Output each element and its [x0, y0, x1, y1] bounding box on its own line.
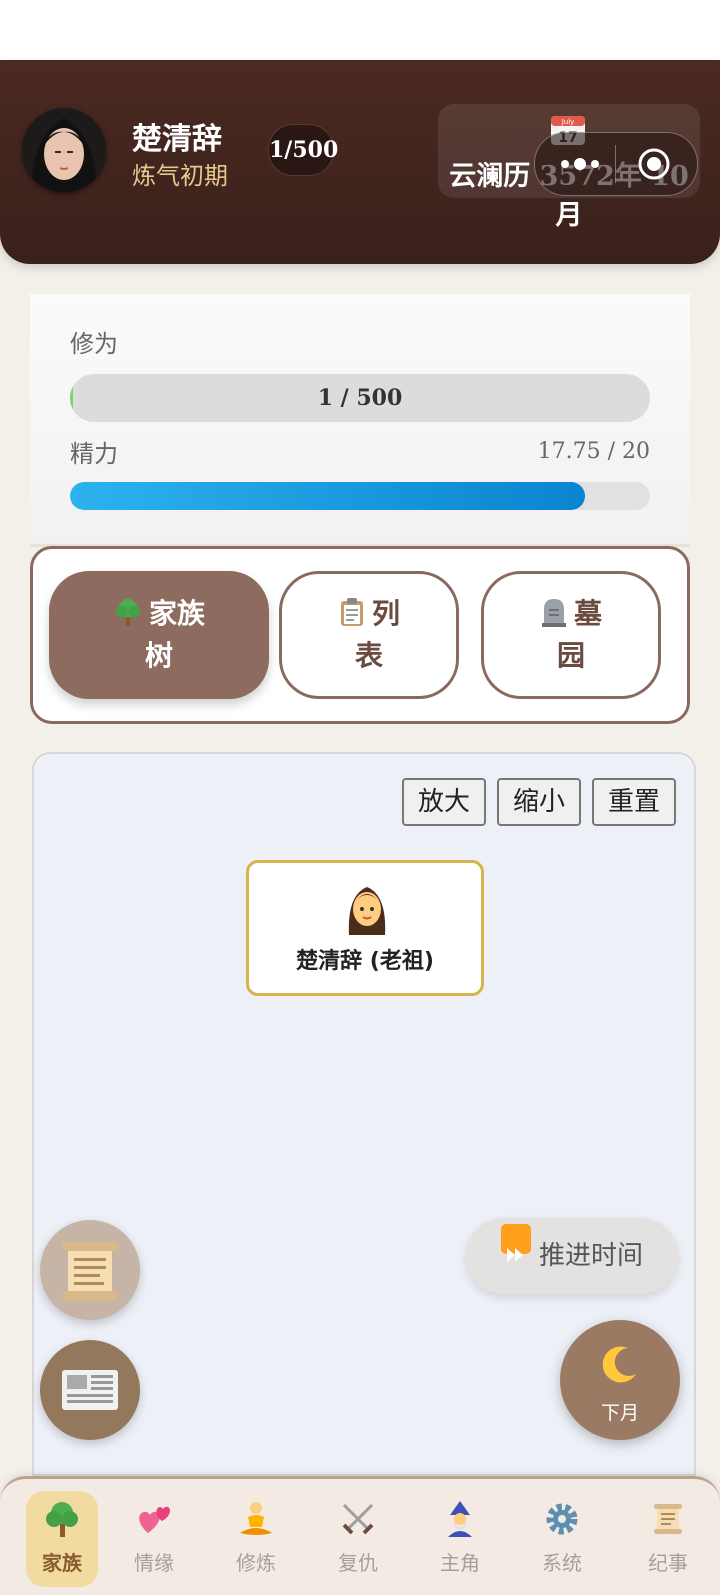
nav-system-label: 系统 — [542, 1551, 582, 1575]
scroll-icon — [654, 1504, 682, 1534]
fast-forward-icon — [500, 1224, 531, 1262]
tab-list-label-2: 表 — [354, 639, 383, 672]
tree-icon — [46, 1502, 78, 1537]
jingli-progress-bar — [70, 482, 650, 510]
nav-chronicle[interactable]: 纪事 — [632, 1491, 704, 1587]
swords-icon — [342, 1503, 374, 1535]
next-month-button[interactable]: 下月 — [560, 1320, 680, 1440]
nav-protagonist-label: 主角 — [440, 1551, 480, 1575]
close-target-icon[interactable] — [637, 147, 671, 181]
view-tabs: 家族 树 列 表 墓 园 — [30, 546, 690, 724]
tab-family-tree[interactable]: 家族 树 — [49, 571, 269, 699]
family-member-name: 楚清辞 (老祖) — [296, 949, 434, 974]
scroll-icon — [62, 1242, 118, 1300]
nav-cultivate[interactable]: 修炼 — [220, 1491, 292, 1587]
family-member-node[interactable]: 楚清辞 (老祖) — [246, 860, 484, 996]
clipboard-icon — [338, 597, 366, 627]
advance-time-button[interactable]: 推进时间 — [466, 1218, 678, 1294]
headstone-icon — [540, 597, 568, 627]
meditation-icon — [240, 1502, 272, 1535]
more-icon[interactable] — [555, 133, 605, 195]
nav-cultivate-label: 修炼 — [236, 1551, 276, 1575]
mage-icon — [448, 1501, 472, 1537]
nav-chronicle-label: 纪事 — [648, 1551, 688, 1575]
newspaper-icon — [62, 1370, 118, 1410]
jingli-progress-fill — [70, 482, 585, 510]
zoom-in-button[interactable]: 放大 — [402, 778, 486, 826]
reset-button[interactable]: 重置 — [592, 778, 676, 826]
player-name: 楚清辞 — [132, 122, 222, 157]
calendar-month: July — [561, 118, 575, 126]
hearts-icon — [139, 1506, 170, 1533]
cultivation-badge: 1/500 — [268, 124, 338, 176]
capsule-divider — [615, 145, 616, 183]
tree-icon — [113, 597, 143, 627]
tab-cemetery-label-1: 墓 — [573, 597, 602, 630]
nav-system[interactable]: 系统 — [526, 1491, 598, 1587]
news-fab-button[interactable] — [40, 1340, 140, 1440]
avatar[interactable] — [22, 108, 106, 192]
miniprogram-capsule — [534, 132, 698, 196]
nav-revenge[interactable]: 复仇 — [322, 1491, 394, 1587]
header: 楚清辞 炼气初期 1/500 July 17 云澜历 3572年 10月 — [0, 60, 720, 264]
zoom-out-button[interactable]: 缩小 — [497, 778, 581, 826]
nav-romance[interactable]: 情缘 — [118, 1491, 190, 1587]
tab-family-tree-label-1: 家族 — [148, 597, 205, 630]
moon-icon — [602, 1346, 636, 1383]
xiuwei-label: 修为 — [70, 330, 118, 358]
jingli-value: 17.75 / 20 — [537, 439, 650, 464]
tab-family-tree-label-2: 树 — [144, 639, 173, 672]
cultivation-realm: 炼气初期 — [132, 162, 228, 190]
tab-cemetery-label-2: 园 — [556, 639, 585, 672]
xiuwei-value: 1 / 500 — [317, 385, 403, 411]
status-area — [0, 0, 720, 60]
nav-family-label: 家族 — [42, 1551, 82, 1575]
tab-list-label-1: 列 — [371, 597, 400, 630]
jingli-label: 精力 — [70, 440, 118, 468]
gear-icon — [546, 1503, 578, 1535]
nav-protagonist[interactable]: 主角 — [424, 1491, 496, 1587]
nav-romance-label: 情缘 — [134, 1551, 174, 1575]
bottom-nav: 家族 情缘 修炼 复仇 主角 系统 纪事 — [0, 1476, 720, 1595]
next-month-label: 下月 — [600, 1402, 639, 1424]
xiuwei-progress-bar: 1 / 500 — [70, 374, 650, 422]
nav-family[interactable]: 家族 — [26, 1491, 98, 1587]
woman-icon — [348, 887, 386, 935]
tab-cemetery[interactable]: 墓 园 — [481, 571, 661, 699]
tab-list[interactable]: 列 表 — [279, 571, 459, 699]
nav-revenge-label: 复仇 — [338, 1551, 378, 1575]
advance-time-label: 推进时间 — [538, 1241, 643, 1271]
scroll-fab-button[interactable] — [40, 1220, 140, 1320]
stats-panel: 修为 1 / 500 精力 17.75 / 20 — [30, 294, 690, 547]
